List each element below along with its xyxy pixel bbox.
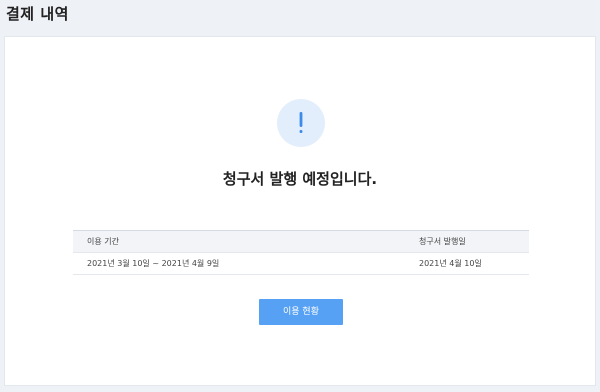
table-header-row: 이용 기간 청구서 발행일 bbox=[73, 231, 529, 253]
exclamation-icon bbox=[299, 112, 303, 133]
page-title: 결제 내역 bbox=[6, 5, 69, 23]
billing-card: 청구서 발행 예정입니다. 이용 기간 청구서 발행일 2021년 3월 10일… bbox=[4, 36, 596, 386]
table-row: 2021년 3월 10일 ~ 2021년 4월 9일 2021년 4월 10일 bbox=[73, 253, 529, 275]
column-header-invoice-date: 청구서 발행일 bbox=[419, 237, 466, 246]
usage-status-button[interactable]: 이용 현황 bbox=[259, 299, 343, 325]
invoice-date-cell: 2021년 4월 10일 bbox=[419, 259, 482, 268]
usage-period-cell: 2021년 3월 10일 ~ 2021년 4월 9일 bbox=[87, 259, 220, 268]
billing-table: 이용 기간 청구서 발행일 2021년 3월 10일 ~ 2021년 4월 9일… bbox=[73, 230, 529, 275]
column-header-usage-period: 이용 기간 bbox=[87, 237, 119, 246]
billing-page: 결제 내역 청구서 발행 예정입니다. 이용 기간 청구서 발행일 2021년 … bbox=[0, 0, 600, 392]
alert-icon-container bbox=[277, 99, 325, 147]
status-message: 청구서 발행 예정입니다. bbox=[222, 170, 378, 188]
